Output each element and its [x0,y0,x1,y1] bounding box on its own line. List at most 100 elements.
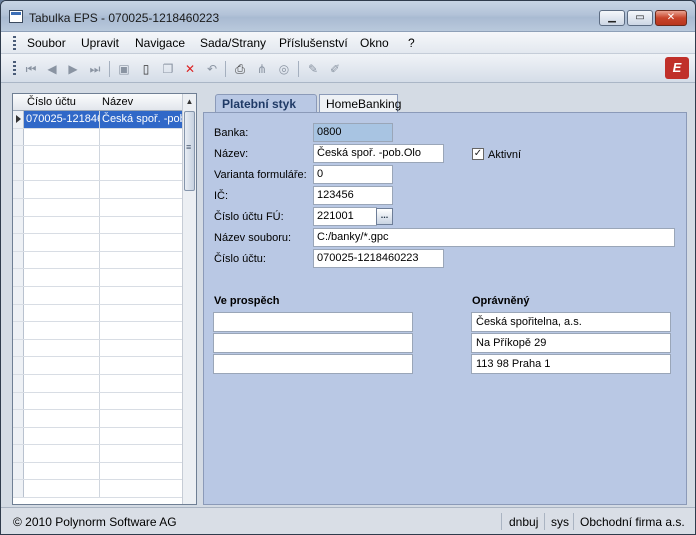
cell-account[interactable]: 070025-1218460223 [24,111,100,128]
cell-account[interactable] [24,146,100,163]
next-record-icon[interactable]: ▶ [65,61,81,77]
cell-name[interactable] [100,428,183,445]
menu-upravit[interactable]: Upravit [81,36,119,50]
table-row[interactable] [13,216,183,235]
tree-icon[interactable]: ⋔ [254,61,270,77]
delete-icon[interactable]: ✕ [182,61,198,77]
ucet-field[interactable]: 070025-1218460223 [313,249,444,268]
scrollbar-thumb[interactable] [184,111,195,191]
cell-name[interactable] [100,305,183,322]
soubor-field[interactable]: C:/banky/*.gpc [313,228,675,247]
cell-account[interactable] [24,128,100,146]
title-bar[interactable]: Tabulka EPS - 070025-1218460223 ▁ ▭ ✕ [1,1,695,32]
cell-name[interactable] [100,287,183,304]
prospech-line-1[interactable] [213,312,413,332]
prospech-line-2[interactable] [213,333,413,353]
opravneny-line-1[interactable]: Česká spořitelna, a.s. [471,312,671,332]
menu-navigace[interactable]: Navigace [135,36,185,50]
ucet-fu-browse-button[interactable]: ... [376,208,393,225]
menubar-grip[interactable] [13,36,16,50]
ic-field[interactable]: 123456 [313,186,393,205]
opravneny-line-2[interactable]: Na Příkopě 29 [471,333,671,353]
cell-name[interactable] [100,463,183,480]
cell-account[interactable] [24,410,100,427]
cell-name[interactable] [100,410,183,427]
scroll-up-icon[interactable]: ▲ [183,94,196,110]
table-row[interactable] [13,146,183,164]
print-icon[interactable]: ⎙ [232,61,248,77]
table-row[interactable] [13,163,183,182]
close-button[interactable]: ✕ [655,10,687,26]
cell-account[interactable] [24,322,100,339]
cell-account[interactable] [24,198,100,216]
cell-account[interactable] [24,427,100,445]
prospech-line-3[interactable] [213,354,413,374]
ucet-fu-field[interactable]: 221001 [313,207,377,226]
varianta-field[interactable]: 0 [313,165,393,184]
cell-account[interactable] [24,357,100,374]
cell-account[interactable] [24,462,100,480]
tab-homebanking[interactable]: HomeBanking [319,94,401,113]
previous-record-icon[interactable]: ◀ [44,61,60,77]
cell-name[interactable] [100,199,183,216]
table-row[interactable] [13,374,183,393]
table-row[interactable] [13,462,183,481]
cell-name[interactable] [100,217,183,234]
cell-account[interactable] [24,269,100,286]
edit-icon[interactable]: ✎ [305,61,321,77]
table-row[interactable] [13,480,183,499]
tab-platebni-styk[interactable]: Platební styk [215,94,317,113]
aktivni-checkbox[interactable]: ✓ [472,148,484,160]
cell-name[interactable] [100,164,183,181]
cell-name[interactable] [100,357,183,374]
cell-name[interactable] [100,146,183,163]
toolbar-grip[interactable] [13,61,16,75]
cell-name[interactable] [100,129,183,146]
menu-prislusenstvi[interactable]: Příslušenství [279,36,348,50]
cell-name[interactable] [100,322,183,339]
cell-name[interactable] [100,252,183,269]
table-row[interactable]: 070025-1218460223 Česká spoř. -pob.Olo [13,111,183,129]
cell-name[interactable] [100,393,183,410]
cell-name[interactable] [100,340,183,357]
cell-account[interactable] [24,480,100,498]
last-record-icon[interactable]: ⏭ [87,61,103,77]
copy-icon[interactable]: ❐ [160,61,176,77]
cell-account[interactable] [24,304,100,322]
cell-name[interactable]: Česká spoř. -pob.Olo [100,111,183,128]
column-header-name[interactable]: Název [102,96,133,108]
table-row[interactable] [13,251,183,270]
table-row[interactable] [13,304,183,323]
nazev-field[interactable]: Česká spoř. -pob.Olo [313,144,444,163]
cell-name[interactable] [100,269,183,286]
cell-account[interactable] [24,216,100,234]
new-record-icon[interactable]: ▯ [138,61,154,77]
table-row[interactable] [13,198,183,217]
cell-name[interactable] [100,181,183,198]
save-icon[interactable]: ▣ [116,61,132,77]
table-row[interactable] [13,339,183,358]
menu-sada-strany[interactable]: Sada/Strany [200,36,266,50]
column-header-account[interactable]: Číslo účtu [27,96,76,108]
grid-scrollbar[interactable]: ▲ [182,94,196,504]
cell-account[interactable] [24,251,100,269]
cell-account[interactable] [24,181,100,198]
table-row[interactable] [13,269,183,287]
table-row[interactable] [13,234,183,252]
table-row[interactable] [13,392,183,411]
clear-icon[interactable]: ✐ [327,61,343,77]
cell-account[interactable] [24,374,100,392]
cell-account[interactable] [24,163,100,181]
cell-account[interactable] [24,445,100,462]
table-row[interactable] [13,181,183,199]
table-row[interactable] [13,410,183,428]
minimize-button[interactable]: ▁ [599,10,625,26]
opravneny-line-3[interactable]: 113 98 Praha 1 [471,354,671,374]
cell-account[interactable] [24,234,100,251]
table-row[interactable] [13,322,183,340]
table-row[interactable] [13,427,183,446]
undo-icon[interactable]: ↶ [204,61,220,77]
cell-account[interactable] [24,286,100,304]
table-row[interactable] [13,286,183,305]
menu-okno[interactable]: Okno [360,36,389,50]
